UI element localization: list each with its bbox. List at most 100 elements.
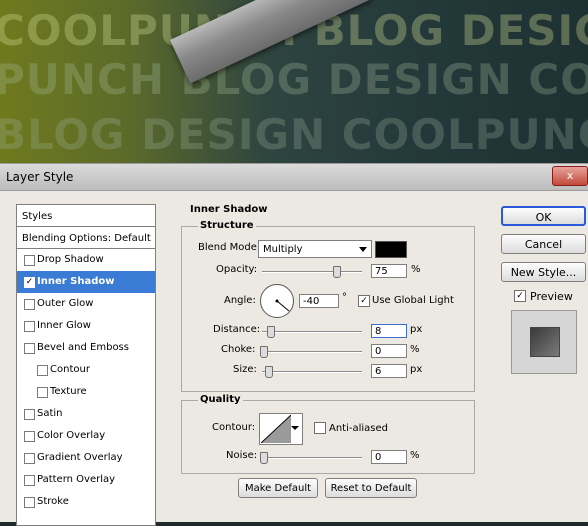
- style-item-checkbox[interactable]: [37, 387, 48, 398]
- choke-unit: %: [410, 344, 420, 355]
- opacity-unit: %: [411, 264, 421, 275]
- style-item-label: Drop Shadow: [37, 254, 104, 265]
- style-item-checkbox[interactable]: [24, 343, 35, 354]
- distance-unit: px: [410, 324, 423, 335]
- make-default-button[interactable]: Make Default: [238, 478, 318, 498]
- background-artwork: COOLPUNCH BLOG DESIG PUNCH BLOG DESIGN C…: [0, 0, 588, 165]
- size-label: Size:: [233, 364, 257, 375]
- style-item[interactable]: ✓ Inner Shadow: [17, 271, 155, 293]
- style-item[interactable]: Inner Glow: [17, 315, 155, 337]
- style-item-label: Satin: [37, 408, 63, 419]
- distance-slider-track[interactable]: [262, 331, 362, 333]
- contour-curve-icon: [261, 415, 291, 443]
- close-button[interactable]: x: [552, 166, 588, 186]
- dialog-titlebar[interactable]: Layer Style x: [0, 164, 588, 191]
- cancel-button[interactable]: Cancel: [501, 234, 586, 254]
- style-item[interactable]: Color Overlay: [17, 425, 155, 447]
- styles-header[interactable]: Styles: [17, 205, 155, 227]
- blend-mode-select[interactable]: Multiply: [258, 240, 372, 258]
- style-item[interactable]: Bevel and Emboss: [17, 337, 155, 359]
- styles-list: Styles Blending Options: Default Drop Sh…: [16, 204, 156, 526]
- style-item-checkbox[interactable]: [24, 409, 35, 420]
- inner-shadow-title: Inner Shadow: [190, 204, 268, 215]
- checkmark-icon: ✓: [516, 291, 524, 301]
- style-item[interactable]: Outer Glow: [17, 293, 155, 315]
- choke-label: Choke:: [221, 344, 256, 355]
- shadow-color-swatch[interactable]: [375, 241, 407, 258]
- style-item-checkbox[interactable]: [24, 453, 35, 464]
- anti-aliased-checkbox[interactable]: [314, 422, 326, 434]
- noise-label: Noise:: [226, 450, 258, 461]
- distance-label: Distance:: [213, 324, 261, 335]
- distance-slider-thumb[interactable]: [267, 326, 275, 338]
- choke-input[interactable]: 0: [371, 344, 407, 358]
- preview-thumbnail: [511, 310, 577, 374]
- distance-input[interactable]: 8: [371, 324, 407, 338]
- style-item[interactable]: Pattern Overlay: [17, 469, 155, 491]
- style-item-checkbox[interactable]: [24, 431, 35, 442]
- noise-input[interactable]: 0: [371, 450, 407, 464]
- new-style-button[interactable]: New Style...: [501, 262, 586, 282]
- preview-swatch: [530, 327, 560, 357]
- style-item-checkbox[interactable]: [37, 365, 48, 376]
- style-item[interactable]: Drop Shadow: [17, 249, 155, 271]
- ok-button[interactable]: OK: [501, 206, 586, 226]
- style-item-checkbox[interactable]: [24, 497, 35, 508]
- opacity-slider-track[interactable]: [262, 271, 362, 273]
- size-slider-thumb[interactable]: [265, 366, 273, 378]
- contour-picker[interactable]: [259, 413, 303, 445]
- style-item-checkbox[interactable]: ✓: [24, 277, 35, 288]
- size-input[interactable]: 6: [371, 364, 407, 378]
- blending-options-item[interactable]: Blending Options: Default: [17, 227, 155, 249]
- use-global-light-label[interactable]: Use Global Light: [372, 295, 454, 306]
- background-text-line: BLOG DESIGN COOLPUNCH: [0, 110, 588, 159]
- style-item-label: Bevel and Emboss: [37, 342, 129, 353]
- anti-aliased-label[interactable]: Anti-aliased: [329, 423, 388, 434]
- angle-input[interactable]: -40: [299, 294, 339, 308]
- style-item-checkbox[interactable]: [24, 299, 35, 310]
- style-item-checkbox[interactable]: [24, 321, 35, 332]
- style-item-label: Pattern Overlay: [37, 474, 116, 485]
- style-item-label: Gradient Overlay: [37, 452, 123, 463]
- checkmark-icon: ✓: [25, 277, 34, 287]
- angle-dial[interactable]: [260, 284, 294, 318]
- style-item-label: Stroke: [37, 496, 69, 507]
- style-item-label: Color Overlay: [37, 430, 106, 441]
- size-unit: px: [410, 364, 423, 375]
- style-item[interactable]: Contour: [17, 359, 155, 381]
- chevron-down-icon: [359, 247, 367, 252]
- checkmark-icon: ✓: [360, 296, 368, 306]
- reset-to-default-button[interactable]: Reset to Default: [325, 478, 417, 498]
- noise-unit: %: [410, 450, 420, 461]
- style-item-label: Contour: [50, 364, 90, 375]
- choke-slider-thumb[interactable]: [260, 346, 268, 358]
- style-item-checkbox[interactable]: [24, 475, 35, 486]
- use-global-light-checkbox[interactable]: ✓: [358, 295, 370, 307]
- style-item-label: Outer Glow: [37, 298, 94, 309]
- angle-unit: °: [342, 292, 347, 303]
- style-item-checkbox[interactable]: [24, 255, 35, 266]
- style-item[interactable]: Stroke: [17, 491, 155, 513]
- blend-mode-label: Blend Mode:: [198, 242, 261, 253]
- opacity-slider-thumb[interactable]: [333, 266, 341, 278]
- noise-slider-thumb[interactable]: [260, 452, 268, 464]
- style-item[interactable]: Satin: [17, 403, 155, 425]
- angle-label: Angle:: [224, 295, 256, 306]
- style-item[interactable]: Texture: [17, 381, 155, 403]
- layer-style-dialog: Layer Style x Styles Blending Options: D…: [0, 163, 588, 526]
- style-item-label: Inner Glow: [37, 320, 91, 331]
- opacity-input[interactable]: 75: [371, 264, 407, 278]
- preview-checkbox[interactable]: ✓: [514, 290, 526, 302]
- dialog-title: Layer Style: [6, 170, 74, 184]
- choke-slider-track[interactable]: [262, 351, 362, 353]
- style-item[interactable]: Gradient Overlay: [17, 447, 155, 469]
- size-slider-track[interactable]: [262, 371, 362, 373]
- preview-label[interactable]: Preview: [530, 290, 573, 303]
- contour-label: Contour:: [212, 422, 256, 433]
- structure-title: Structure: [198, 220, 256, 231]
- opacity-label: Opacity:: [216, 264, 258, 275]
- chevron-down-icon: [291, 426, 299, 430]
- style-item-label: Texture: [50, 386, 87, 397]
- background-text-line: PUNCH BLOG DESIGN CO: [0, 55, 588, 104]
- noise-slider-track[interactable]: [262, 457, 362, 459]
